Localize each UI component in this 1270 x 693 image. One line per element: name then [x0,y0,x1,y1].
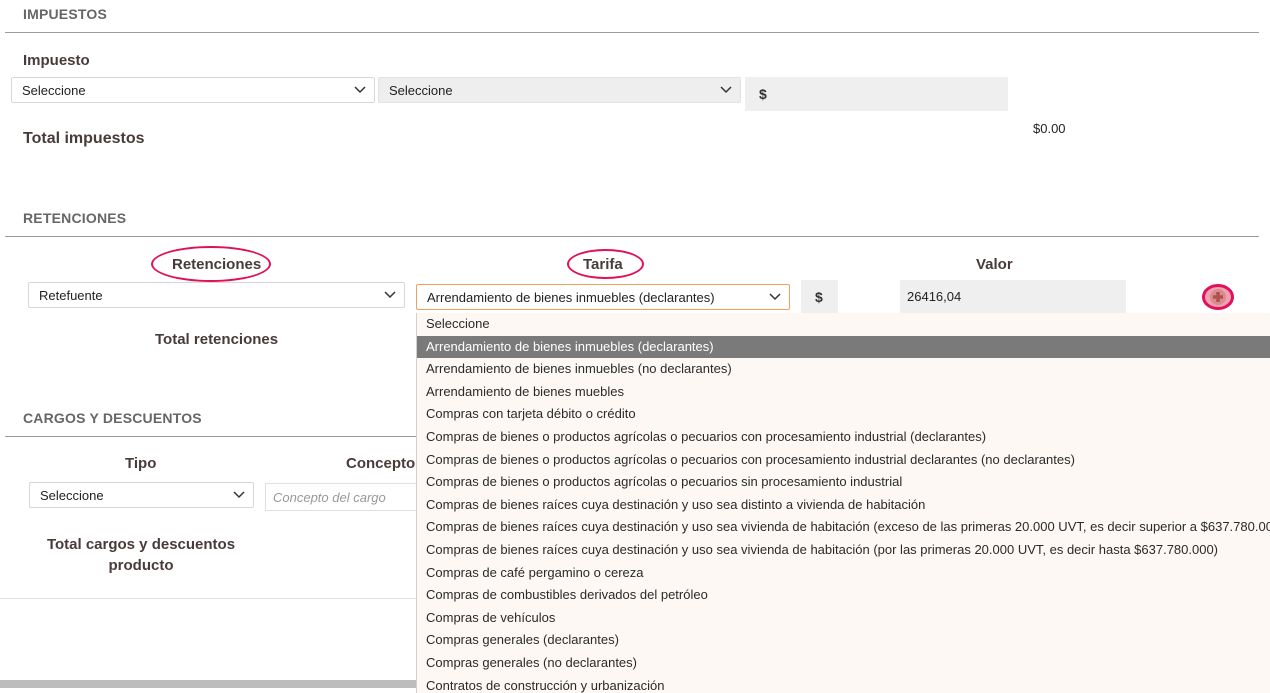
total-cargos-label-line2: producto [23,555,259,576]
total-cargos-label-line1: Total cargos y descuentos [23,534,259,555]
tarifa-option[interactable]: Seleccione [417,313,1270,336]
currency-symbol: $ [815,289,823,305]
retenciones-divider [5,236,1259,237]
tarifa-option[interactable]: Compras de vehículos [417,607,1270,630]
bottom-bar [0,680,416,688]
impuesto-valor-field[interactable]: $ [745,77,1008,111]
tarifa-option[interactable]: Compras de bienes o productos agrícolas … [417,471,1270,494]
tarifa-option[interactable]: Compras de bienes o productos agrícolas … [417,426,1270,449]
retencion-currency-box: $ [801,280,838,313]
impuestos-section-title: IMPUESTOS [23,6,107,22]
plus-circle-icon [1202,284,1234,310]
tipo-select-value: Seleccione [40,488,104,503]
tarifa-option[interactable]: Compras de bienes raíces cuya destinació… [417,516,1270,539]
tipo-column-label: Tipo [125,455,156,472]
tarifa-option[interactable]: Compras con tarjeta débito o crédito [417,403,1270,426]
tarifa-option[interactable]: Compras de café pergamino o cereza [417,562,1270,585]
impuesto-select[interactable]: Seleccione [11,77,375,103]
tarifa-option[interactable]: Compras de bienes o productos agrícolas … [417,449,1270,472]
tarifa-option[interactable]: Compras generales (declarantes) [417,629,1270,652]
impuestos-divider [5,32,1259,33]
tipo-select[interactable]: Seleccione [29,482,254,508]
impuesto-tarifa-select[interactable]: Seleccione [378,77,741,103]
impuesto-select-value: Seleccione [22,83,86,98]
cargos-section-title: CARGOS Y DESCUENTOS [23,410,202,426]
tarifa-option[interactable]: Contratos de construcción y urbanización [417,675,1270,693]
highlight-ellipse [151,246,271,282]
tarifa-dropdown-list[interactable]: SeleccioneArrendamiento de bienes inmueb… [416,313,1270,693]
highlight-ellipse [567,249,644,279]
currency-symbol: $ [759,86,767,102]
tarifa-option[interactable]: Compras generales (no declarantes) [417,652,1270,675]
chevron-down-icon [769,293,781,301]
chevron-down-icon [384,291,396,299]
retencion-valor-field[interactable]: 26416,04 [900,280,1126,313]
total-impuestos-label: Total impuestos [23,130,145,148]
chevron-down-icon [354,86,366,94]
tarifa-option[interactable]: Arrendamiento de bienes muebles [417,381,1270,404]
retencion-select[interactable]: Retefuente [28,282,405,308]
tarifa-select-value: Arrendamiento de bienes inmuebles (decla… [427,290,715,305]
tarifa-option[interactable]: Arrendamiento de bienes inmuebles (decla… [417,336,1270,359]
retencion-select-value: Retefuente [39,288,103,303]
valor-column-label: Valor [976,256,1013,273]
retenciones-section-title: RETENCIONES [23,210,126,226]
tarifa-option[interactable]: Arrendamiento de bienes inmuebles (no de… [417,358,1270,381]
impuesto-column-label: Impuesto [23,52,90,69]
total-cargos-label: Total cargos y descuentos producto [23,534,259,576]
cargos-divider [5,436,417,437]
footer-divider [0,598,416,599]
concepto-placeholder: Concepto del cargo [273,490,386,505]
impuesto-tarifa-select-value: Seleccione [389,83,453,98]
concepto-column-label: Concepto [346,455,415,472]
concepto-input[interactable]: Concepto del cargo [265,483,417,511]
tarifa-option[interactable]: Compras de combustibles derivados del pe… [417,584,1270,607]
tarifa-option[interactable]: Compras de bienes raíces cuya destinació… [417,539,1270,562]
total-retenciones-label: Total retenciones [155,331,278,348]
tarifa-select[interactable]: Arrendamiento de bienes inmuebles (decla… [416,284,790,310]
retencion-valor: 26416,04 [907,289,961,304]
add-retencion-button[interactable] [1202,284,1234,310]
chevron-down-icon [720,86,732,94]
tarifa-option[interactable]: Compras de bienes raíces cuya destinació… [417,494,1270,517]
total-impuestos-value: $0.00 [1033,121,1066,136]
chevron-down-icon [233,491,245,499]
